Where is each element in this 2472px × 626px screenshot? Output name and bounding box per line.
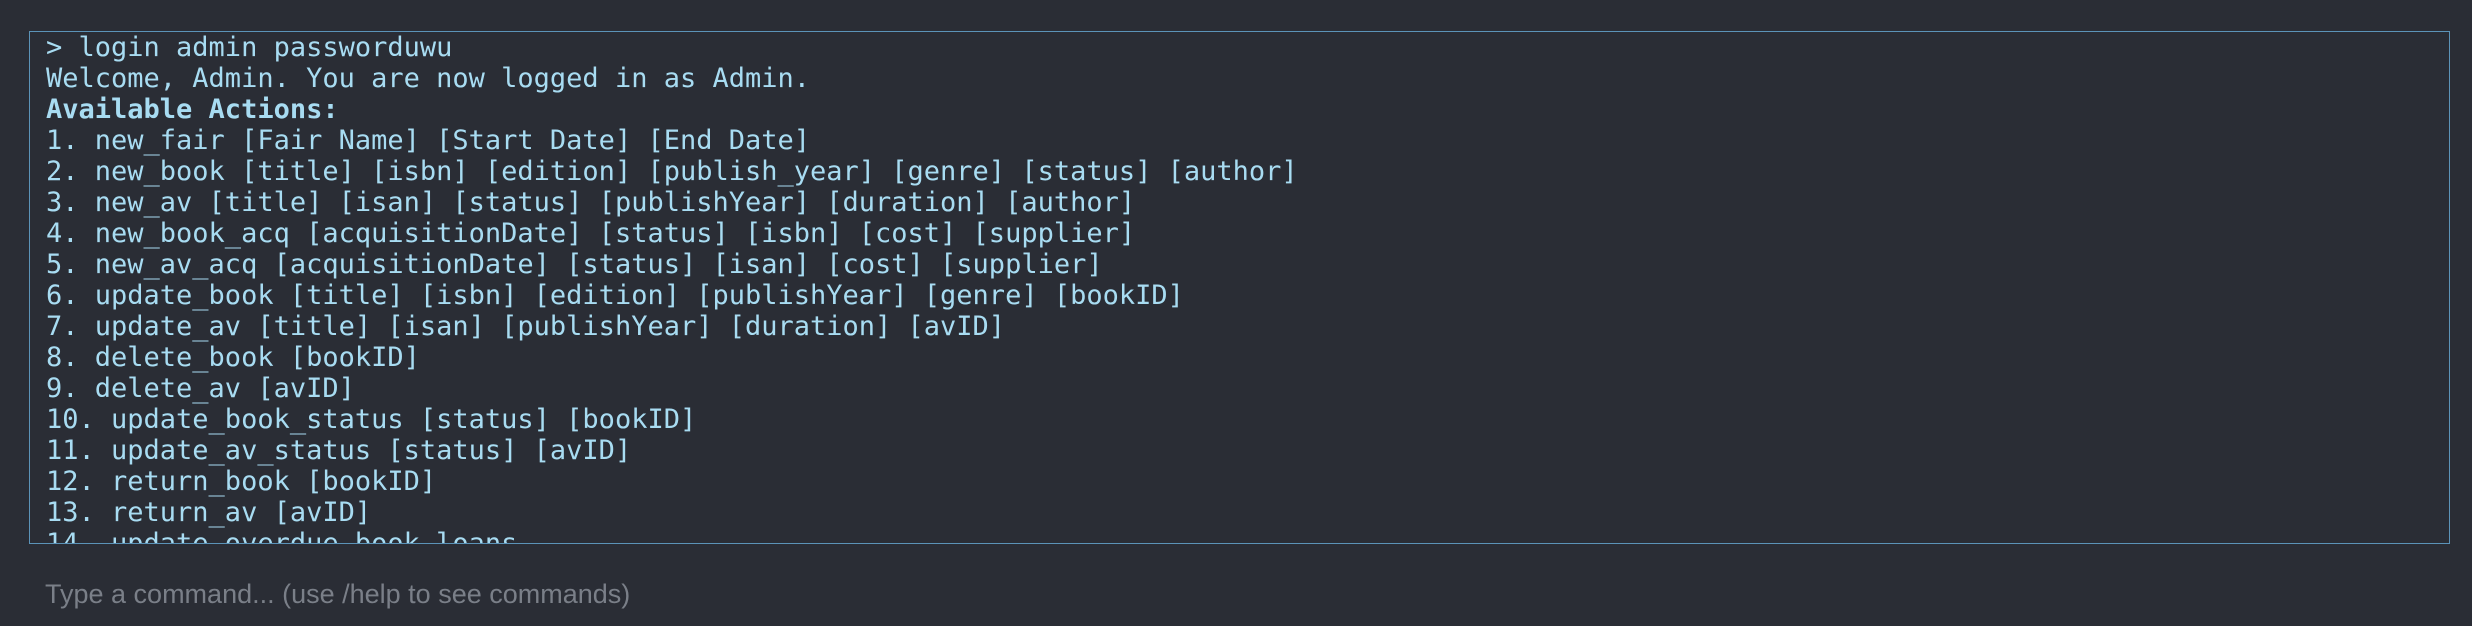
terminal-line: 11. update_av_status [status] [avID] (46, 435, 632, 466)
command-input[interactable] (29, 570, 2450, 618)
terminal-line: 4. new_book_acq [acquisitionDate] [statu… (46, 218, 1136, 249)
terminal-line: 12. return_book [bookID] (46, 466, 437, 497)
terminal-line: 10. update_book_status [status] [bookID] (46, 404, 697, 435)
section-heading: Available Actions: (46, 94, 339, 125)
terminal-line: 1. new_fair [Fair Name] [Start Date] [En… (46, 125, 811, 156)
terminal-line: 6. update_book [title] [isbn] [edition] … (46, 280, 1184, 311)
terminal-line: 7. update_av [title] [isan] [publishYear… (46, 311, 1006, 342)
terminal-line: 5. new_av_acq [acquisitionDate] [status]… (46, 249, 1103, 280)
terminal-line: 8. delete_book [bookID] (46, 342, 420, 373)
terminal-line: > login admin passworduwu (46, 32, 453, 63)
terminal-line: 2. new_book [title] [isbn] [edition] [pu… (46, 156, 1298, 187)
terminal-output[interactable]: > login admin passworduwu Welcome, Admin.… (29, 31, 2450, 544)
terminal-line: 13. return_av [avID] (46, 497, 372, 528)
terminal-line: 3. new_av [title] [isan] [status] [publi… (46, 187, 1136, 218)
terminal-line: 9. delete_av [avID] (46, 373, 355, 404)
terminal-line: 14. update_overdue_book_loans (46, 528, 518, 544)
terminal-line: Welcome, Admin. You are now logged in as… (46, 63, 811, 94)
